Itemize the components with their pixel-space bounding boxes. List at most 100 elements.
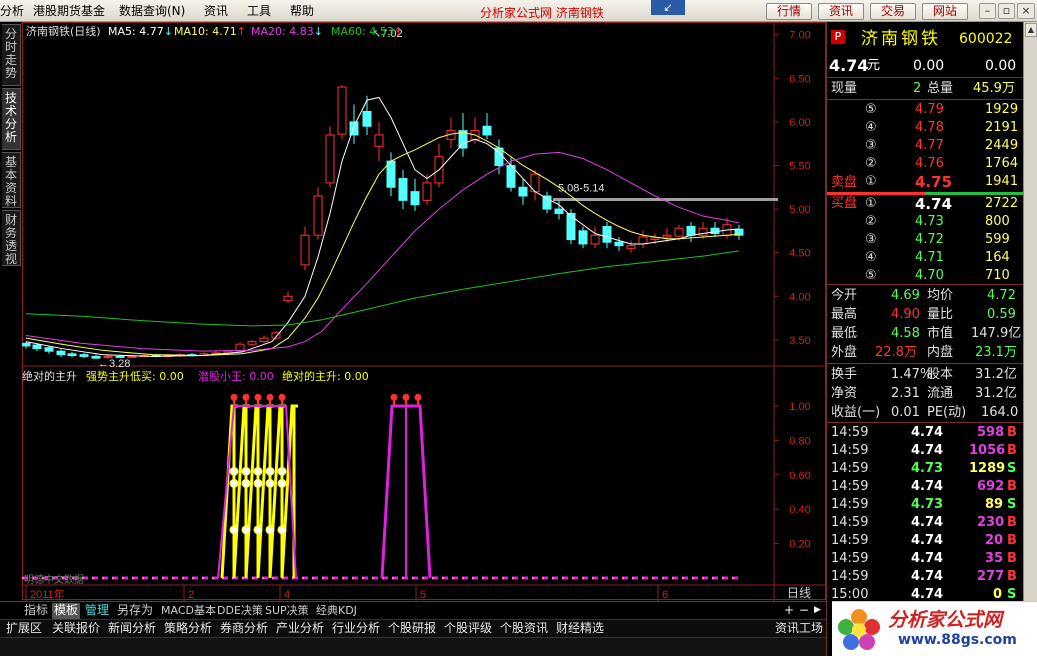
tab-manage[interactable]: 管理 [83, 603, 111, 619]
brand-title: 分析家公式网 [888, 609, 1003, 631]
stat-row: 净资 2.31 流通 31.2亿 [827, 385, 1023, 403]
stat-value: 22.8万 [875, 345, 917, 360]
candle-body [22, 342, 31, 347]
quote-scrollbar[interactable]: ▲ ▼ [1023, 22, 1037, 620]
tab-intraday[interactable]: 分时走势 [2, 24, 21, 86]
candle-body [32, 344, 42, 350]
stat-label: 收益(一) [831, 405, 881, 420]
tick-row: 14:59 4.74 20 B [827, 532, 1023, 550]
annotation-range: 5.08-5.14 [558, 183, 604, 195]
quote-panel: P 济南钢铁 600022 4.74 元 0.00 0.00 现量 2 总量 4… [826, 22, 1037, 656]
tab-financials[interactable]: 财务透视 [2, 210, 21, 266]
coin-marker-icon [253, 478, 263, 488]
tick-volume: 1289 [969, 461, 1006, 476]
stat-value: 31.2亿 [975, 386, 1017, 401]
candle-body [325, 134, 335, 184]
last-price: 4.74 [829, 56, 869, 75]
quote-button[interactable]: 行情 [766, 3, 812, 20]
tick-price: 4.74 [911, 443, 944, 458]
trade-button[interactable]: 交易 [870, 3, 916, 20]
toolbar-item[interactable]: 关联报价 [52, 621, 100, 637]
news-button[interactable]: 资讯 [818, 3, 864, 20]
stat-label: 均价 [927, 288, 954, 303]
toolbar-item[interactable]: 个股评级 [444, 621, 492, 637]
candle-body [518, 186, 528, 197]
menu-tools[interactable]: 工具 [247, 4, 271, 18]
bid-price: 4.72 [915, 232, 944, 247]
tab-macd[interactable]: MACD基本 [159, 603, 218, 619]
stat-value: 23.1万 [975, 345, 1017, 360]
zoom-out-icon[interactable]: − [797, 603, 811, 619]
toolbar-item[interactable]: 个股研报 [388, 621, 436, 637]
tick-price: 4.73 [911, 461, 944, 476]
ma20-label: MA20: 4.83↓ [251, 25, 323, 38]
tick-price: 4.73 [911, 497, 944, 512]
toolbar-item[interactable]: 策略分析 [164, 621, 212, 637]
indicator-value-2: 潜股小王: 0.00 [198, 370, 274, 383]
tab-sup[interactable]: SUP决策 [263, 603, 311, 619]
app-window: 分析 港股期货基金 数据查询(N) 资讯 工具 帮助 分析家公式网 济南钢铁 ↙… [0, 0, 1037, 656]
toolbar-item[interactable]: 扩展区 [6, 621, 42, 637]
tab-fundamentals[interactable]: 基本资料 [2, 152, 21, 208]
menu-news[interactable]: 资讯 [204, 4, 228, 18]
ask-volume: 2449 [985, 138, 1019, 153]
zoom-in-icon[interactable]: + [782, 603, 796, 619]
tick-row: 14:59 4.73 89 S [827, 496, 1023, 514]
tab-save-as[interactable]: 另存为 [115, 603, 155, 619]
ask-row: ⑤ 4.79 1929 [827, 101, 1023, 119]
y-tick-label: 0.60 [789, 470, 810, 482]
stat-label: 最高 [831, 307, 858, 322]
tick-volume: 598 [977, 425, 1005, 440]
tick-row: 14:59 4.73 1289 S [827, 460, 1023, 478]
ask-row: ③ 4.77 2449 [827, 137, 1023, 155]
bid-volume: 164 [985, 250, 1010, 265]
menu-analysis[interactable]: 分析 [0, 4, 24, 18]
coin-marker-icon [253, 466, 263, 476]
toolbar-item[interactable]: 新闻分析 [108, 621, 156, 637]
toolbar-item[interactable]: 财经精选 [556, 621, 604, 637]
stat-row: 最低 4.58 市值 147.9亿 [827, 325, 1023, 343]
ask-level: ④ [865, 120, 877, 135]
restore-icon[interactable]: ▫ [998, 3, 1015, 19]
toolbar-item[interactable]: 资讯工场 [775, 621, 823, 637]
candle-body [313, 195, 323, 236]
stat-value: 147.9亿 [971, 326, 1022, 341]
scroll-up-icon[interactable]: ▲ [1025, 23, 1037, 37]
tab-kdj[interactable]: 经典KDJ [314, 603, 359, 619]
chart-svg: 7.006.506.005.505.004.504.003.50↖7.025.0… [22, 22, 826, 601]
menu-hk-futures[interactable]: 港股期货基金 [33, 4, 105, 18]
tick-volume: 277 [977, 569, 1005, 584]
coin-marker-icon [229, 525, 239, 535]
bid-row: ① 4.74 2722 [827, 195, 1023, 213]
tick-time: 14:59 [831, 533, 869, 548]
candle-body [283, 295, 293, 302]
tick-row: 14:59 4.74 598 B [827, 424, 1023, 442]
stat-label: 外盘 [831, 345, 858, 360]
tick-row: 14:59 4.74 277 B [827, 568, 1023, 586]
tick-price: 4.74 [911, 551, 944, 566]
toolbar-item[interactable]: 行业分析 [332, 621, 380, 637]
chart-frame [22, 22, 826, 600]
tab-indicator[interactable]: 指标 [22, 603, 50, 619]
toolbar-item[interactable]: 产业分析 [276, 621, 324, 637]
candle-body [638, 236, 648, 245]
menu-help[interactable]: 帮助 [290, 4, 314, 18]
coin-marker-icon [277, 466, 287, 476]
minimize-icon[interactable]: – [979, 3, 996, 19]
tab-template[interactable]: 模板 [52, 603, 81, 619]
toolbar-item[interactable]: 券商分析 [220, 621, 268, 637]
period-label[interactable]: 日线 [787, 587, 811, 600]
scroll-right-icon[interactable]: ▶ [812, 603, 823, 619]
website-button[interactable]: 网站 [922, 3, 968, 20]
toolbar-item[interactable]: 个股资讯 [500, 621, 548, 637]
candle-body [590, 234, 600, 245]
close-icon[interactable]: × [1017, 3, 1035, 19]
tab-technical[interactable]: 技术分析 [2, 88, 21, 150]
menu-data-query[interactable]: 数据查询(N) [119, 4, 185, 18]
tick-volume: 692 [977, 479, 1005, 494]
tab-dde[interactable]: DDE决策 [215, 603, 265, 619]
status-strip [0, 637, 826, 656]
stat-value: 2.31 [891, 386, 920, 401]
ma5-label: MA5: 4.77↓ [108, 25, 173, 38]
ask-price: 4.75 [915, 173, 953, 191]
